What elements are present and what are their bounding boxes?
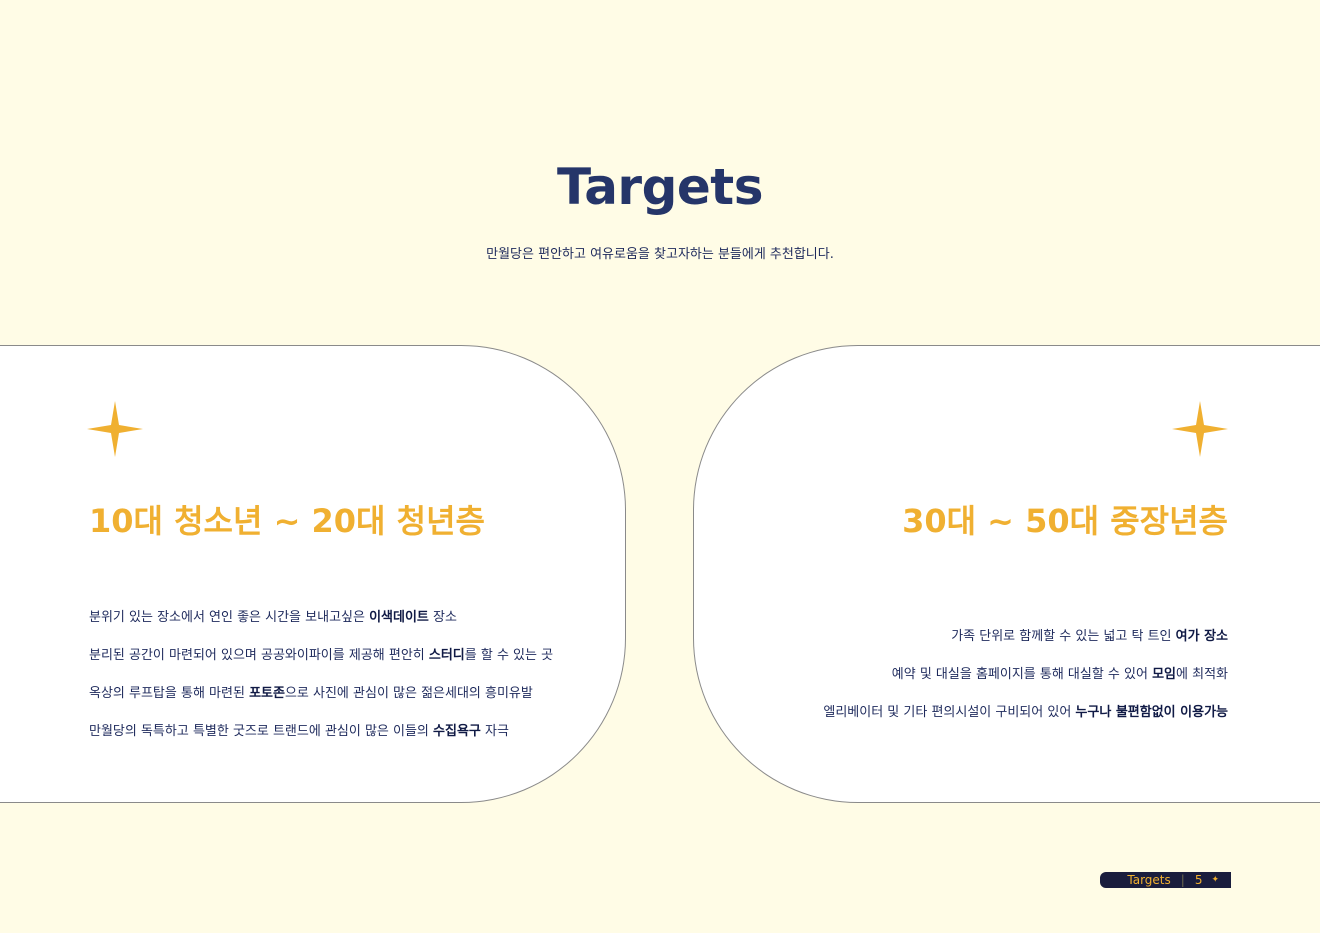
page-number: 5 [1194, 873, 1203, 887]
list-item: 옥상의 루프탑을 통해 마련된 포토존으로 사진에 관심이 많은 젊은세대의 흥… [89, 686, 533, 701]
list-item: 엘리베이터 및 기타 편의시설이 구비되어 있어 누구나 불편함없이 이용가능 [823, 705, 1228, 720]
footer-divider: | [1180, 873, 1185, 887]
star-icon [87, 401, 143, 457]
star-icon [1172, 401, 1228, 457]
list-item: 분위기 있는 장소에서 연인 좋은 시간을 보내고싶은 이색데이트 장소 [89, 610, 457, 625]
list-item: 만월당의 독특하고 특별한 굿즈로 트랜드에 관심이 많은 이들의 수집욕구 자… [89, 724, 509, 739]
list-item: 분리된 공간이 마련되어 있으며 공공와이파이를 제공해 편안히 스터디를 할 … [89, 648, 554, 663]
footer-section-label: Targets [1127, 873, 1171, 887]
target-list: 분위기 있는 장소에서 연인 좋은 시간을 보내고싶은 이색데이트 장소 분리된… [89, 609, 553, 761]
page-subtitle: 만월당은 편안하고 여유로움을 찾고자하는 분들에게 추천합니다. [486, 247, 834, 262]
page-title: Targets [557, 158, 763, 216]
page-footer-tag: Targets | 5 ✦ [1100, 872, 1231, 888]
sparkle-icon: ✦ [1211, 875, 1219, 885]
card-heading: 30대 ~ 50대 중장년층 [902, 502, 1228, 540]
list-item: 가족 단위로 함께할 수 있는 넓고 탁 트인 여가 장소 [951, 629, 1228, 644]
target-card-youth: 10대 청소년 ~ 20대 청년층 분위기 있는 장소에서 연인 좋은 시간을 … [0, 345, 626, 803]
target-card-middle-age: 30대 ~ 50대 중장년층 가족 단위로 함께할 수 있는 넓고 탁 트인 여… [693, 345, 1320, 803]
card-heading: 10대 청소년 ~ 20대 청년층 [89, 502, 485, 540]
list-item: 예약 및 대실을 홈페이지를 통해 대실할 수 있어 모임에 최적화 [891, 667, 1228, 682]
target-list: 가족 단위로 함께할 수 있는 넓고 탁 트인 여가 장소 예약 및 대실을 홈… [823, 628, 1228, 742]
